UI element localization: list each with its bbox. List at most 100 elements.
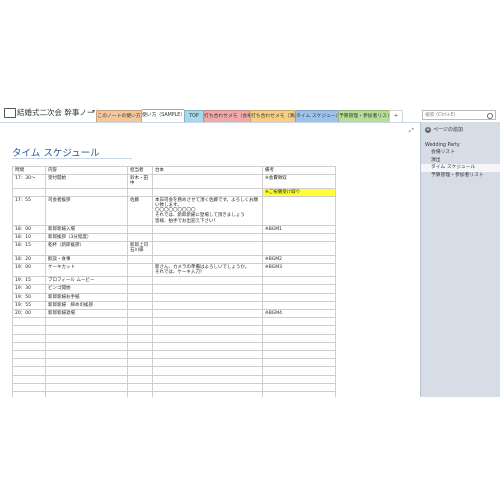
table-row[interactable] <box>12 374 336 384</box>
table-cell[interactable] <box>152 325 263 335</box>
table-cell[interactable] <box>127 224 153 235</box>
table-cell[interactable]: 19：30 <box>12 284 46 294</box>
table-cell[interactable] <box>12 350 46 360</box>
table-cell[interactable] <box>127 309 153 319</box>
table-cell[interactable]: 歓談・食事 <box>45 254 128 264</box>
notebook-icon[interactable] <box>4 108 16 118</box>
table-cell[interactable] <box>262 292 336 302</box>
table-row[interactable]: 19：50 新郎新婦お手紙 <box>12 292 336 302</box>
search-input[interactable]: 検索 (Ctrl+E) <box>422 110 496 120</box>
table-cell[interactable]: 18：10 <box>12 233 46 243</box>
table-cell[interactable]: 17：55 <box>12 195 46 226</box>
table-cell[interactable]: ※BGM4 <box>262 309 336 319</box>
sidebar-page-item[interactable]: 演出 <box>421 157 500 164</box>
table-cell[interactable]: 18：15 <box>12 241 46 256</box>
table-cell[interactable]: 新さん、カメラの準備はよろしいでしょうか。 それでは、ケーキ入刀！ <box>152 262 263 278</box>
table-cell[interactable] <box>12 374 46 384</box>
tab-section[interactable]: 使い方（SAMPLE） <box>141 109 185 123</box>
table-cell[interactable] <box>45 333 128 343</box>
table-row[interactable]: 17：30～ 受付開始 鈴木・田中 ※会費徴収 <box>12 174 336 189</box>
expand-icon[interactable]: ⤢ <box>409 127 414 135</box>
table-cell[interactable] <box>262 325 336 335</box>
table-cell[interactable] <box>152 174 263 189</box>
table-cell[interactable] <box>127 350 153 360</box>
table-cell[interactable] <box>152 254 263 264</box>
table-cell[interactable] <box>12 382 46 392</box>
table-cell[interactable] <box>127 187 153 197</box>
table-cell[interactable] <box>152 309 263 319</box>
table-cell[interactable]: 佐藤 <box>127 195 153 226</box>
table-cell[interactable] <box>12 333 46 343</box>
table-row[interactable] <box>12 325 336 335</box>
table-cell[interactable] <box>262 317 336 327</box>
table-cell[interactable]: 20：00 <box>12 309 46 319</box>
sidebar-page-item[interactable]: 予算管理・参加者リスト <box>421 172 500 179</box>
page-title[interactable]: タイム スケジュール <box>12 145 100 159</box>
table-row[interactable] <box>12 317 336 327</box>
table-cell[interactable] <box>262 341 336 352</box>
table-cell[interactable]: ※会費徴収 <box>262 174 336 189</box>
table-row[interactable]: ※ご祝儀受け取り <box>12 187 336 197</box>
table-cell[interactable] <box>262 350 336 360</box>
table-cell[interactable]: 本日司会を務めさせて頂く佐藤です。よろしくお願い致します。 〇〇〇〇〇〇〇〇〇 それ… <box>152 195 263 226</box>
table-cell[interactable] <box>127 284 153 294</box>
table-cell[interactable] <box>152 224 263 235</box>
table-cell[interactable] <box>127 325 153 335</box>
table-cell[interactable] <box>127 382 153 392</box>
table-cell[interactable] <box>12 317 46 327</box>
table-cell[interactable]: 新郎新婦 締めの挨拶 <box>45 300 128 311</box>
table-cell[interactable] <box>152 366 263 376</box>
table-cell[interactable] <box>127 292 153 302</box>
table-cell[interactable] <box>262 300 336 311</box>
table-cell[interactable]: ビンゴ開始 <box>45 284 128 294</box>
schedule-table[interactable]: 時間 内容 担当者 台本 備考 17：30～ 受付開始 鈴木・田中 ※会費徴収 ※ご祝儀受け取り… <box>12 165 336 401</box>
table-cell[interactable] <box>45 366 128 376</box>
table-row[interactable]: 18：10 新郎挨拶（3分程度） <box>12 233 336 243</box>
table-cell[interactable] <box>12 325 46 335</box>
table-cell[interactable] <box>127 374 153 384</box>
table-cell[interactable] <box>152 333 263 343</box>
table-row[interactable] <box>12 358 336 368</box>
table-cell[interactable] <box>45 187 128 197</box>
table-cell[interactable] <box>127 300 153 311</box>
table-cell[interactable] <box>152 241 263 256</box>
table-cell[interactable] <box>45 317 128 327</box>
table-cell[interactable]: 鈴木・田中 <box>127 174 153 189</box>
table-row[interactable] <box>12 341 336 352</box>
chevron-down-icon[interactable]: ▾ <box>92 108 95 115</box>
table-cell[interactable] <box>152 284 263 294</box>
table-cell[interactable] <box>152 341 263 352</box>
table-cell[interactable]: 19：15 <box>12 276 46 286</box>
table-cell[interactable] <box>152 317 263 327</box>
table-cell[interactable]: 受付開始 <box>45 174 128 189</box>
table-cell[interactable] <box>12 358 46 368</box>
sidebar-page-item[interactable]: タイム スケジュール <box>421 164 500 172</box>
table-cell[interactable] <box>152 382 263 392</box>
table-cell[interactable] <box>262 374 336 384</box>
table-cell[interactable] <box>127 254 153 264</box>
table-cell[interactable] <box>45 374 128 384</box>
table-cell[interactable] <box>127 366 153 376</box>
table-row[interactable] <box>12 366 336 376</box>
table-cell[interactable]: 18：20 <box>12 254 46 264</box>
table-cell[interactable]: ※BGM1 <box>262 224 336 235</box>
table-row[interactable]: 18：15 乾杯（新郎挨拶） 新郎上司 石川様 <box>12 241 336 256</box>
table-cell[interactable] <box>127 233 153 243</box>
table-cell[interactable] <box>152 187 263 197</box>
table-cell[interactable]: ※BGM3 <box>262 262 336 278</box>
table-cell[interactable]: 司会者挨拶 <box>45 195 128 226</box>
table-cell[interactable] <box>45 350 128 360</box>
table-cell[interactable]: 新郎新婦入場 <box>45 224 128 235</box>
table-row[interactable]: 19：00 ケーキカット 新さん、カメラの準備はよろしいでしょうか。 それでは、ケーキ… <box>12 262 336 278</box>
notebook-title[interactable]: 結婚式二次会 幹事ノート <box>17 107 102 118</box>
table-cell[interactable] <box>127 358 153 368</box>
table-cell[interactable] <box>127 333 153 343</box>
table-cell[interactable] <box>45 325 128 335</box>
table-cell[interactable]: 19：55 <box>12 300 46 311</box>
table-row[interactable] <box>12 382 336 392</box>
table-cell[interactable] <box>262 233 336 243</box>
table-cell[interactable] <box>12 341 46 352</box>
table-cell[interactable] <box>152 350 263 360</box>
table-cell[interactable] <box>45 341 128 352</box>
table-cell[interactable] <box>152 292 263 302</box>
